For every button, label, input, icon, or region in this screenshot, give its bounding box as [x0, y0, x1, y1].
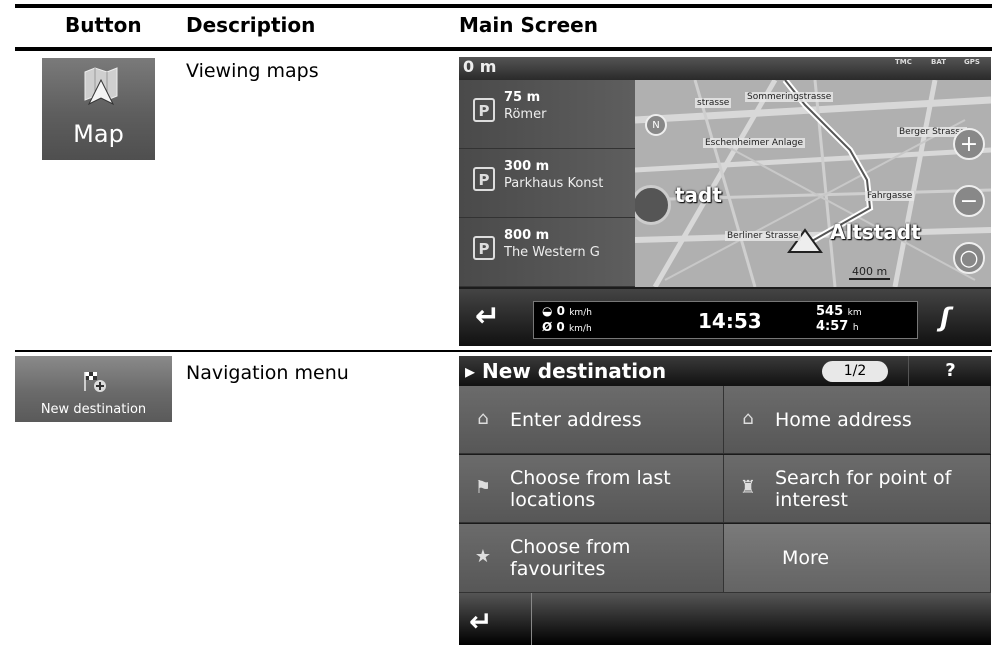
street-label: Fahrgasse	[865, 191, 915, 201]
parking-item[interactable]: P 300 m Parkhaus Konst	[459, 149, 635, 218]
map-view[interactable]: Sommeringstrasse strasse Eschenheimer An…	[635, 80, 991, 287]
document-table: Button Description Main Screen Map Viewi…	[15, 0, 992, 648]
map-top-bar: 0 m TMC BAT GPS	[459, 57, 991, 80]
parking-icon: P	[473, 236, 495, 260]
remaining-time: 4:57 h	[816, 319, 859, 334]
clock: 14:53	[698, 309, 762, 333]
header-button: Button	[65, 13, 142, 37]
parking-name: Römer	[504, 107, 547, 122]
description-navigation-menu: Navigation menu	[186, 362, 349, 384]
average-speed: Ø 0 km/h	[542, 320, 592, 334]
tmc-status: TMC	[895, 58, 912, 66]
remaining-distance: 545 km	[816, 304, 862, 319]
parking-icon: P	[473, 167, 495, 191]
speedometer-icon: ◒	[542, 304, 553, 318]
street-label: strasse	[695, 98, 732, 108]
route-menu-icon[interactable]: ʃ	[940, 303, 951, 333]
house-magnifier-icon: ⌂	[477, 408, 489, 429]
place-label: Altstadt	[830, 220, 921, 244]
map-scale: 400 m	[849, 265, 891, 280]
map-button[interactable]: Map	[42, 58, 155, 160]
table-top-rule	[15, 4, 992, 8]
page-indicator[interactable]: 1/2	[822, 361, 888, 382]
menu-title-bar: ▸ New destination 1/2 ?	[459, 356, 991, 386]
star-icon: ★	[474, 546, 492, 567]
menu-item-favourites[interactable]: ★ Choose from favourites	[459, 524, 724, 593]
castle-icon: ♜	[739, 477, 757, 498]
menu-item-point-of-interest[interactable]: ♜ Search for point of interest	[724, 455, 991, 523]
back-arrow-icon[interactable]: ↵	[469, 605, 492, 638]
menu-bottom-bar: ↵	[459, 593, 991, 645]
menu-item-last-locations[interactable]: ⚑ Choose from last locations	[459, 455, 724, 523]
row-divider	[15, 350, 992, 352]
back-arrow-icon[interactable]: ↵	[475, 299, 500, 334]
street-label: Berliner Strasse	[725, 231, 801, 241]
menu-title: ▸ New destination	[465, 359, 667, 383]
menu-item-enter-address[interactable]: ⌂ Enter address	[459, 386, 724, 454]
search-icon[interactable]: ○	[953, 242, 985, 274]
menu-item-more[interactable]: More	[724, 524, 991, 593]
street-label: Sommeringstrasse	[745, 92, 834, 102]
zoom-in-icon[interactable]: +	[953, 128, 985, 160]
new-destination-button-label: New destination	[40, 402, 147, 417]
help-button[interactable]: ?	[908, 356, 991, 386]
compass-icon[interactable]: N	[645, 114, 667, 136]
table-header-rule	[15, 47, 992, 51]
street-label: Eschenheimer Anlage	[703, 138, 806, 148]
parking-name: Parkhaus Konst	[504, 176, 604, 191]
home-icon: ⌂	[742, 408, 754, 429]
parking-distance: 300 m	[504, 159, 550, 174]
map-icon	[84, 67, 118, 106]
parking-icon: P	[473, 98, 495, 122]
menu-item-home-address[interactable]: ⌂ Home address	[724, 386, 991, 454]
current-speed: ◒ 0 km/h	[542, 304, 592, 318]
map-bottom-bar: ↵ ◒ 0 km/h Ø 0 km/h 14:53 545 km 4:57 h …	[459, 289, 991, 346]
header-main-screen: Main Screen	[459, 13, 598, 37]
parking-distance: 75 m	[504, 90, 541, 105]
parking-item[interactable]: P 75 m Römer	[459, 80, 635, 149]
new-destination-button[interactable]: New destination	[15, 356, 172, 422]
map-button-label: Map	[73, 120, 124, 148]
parking-list: P 75 m Römer P 300 m Parkhaus Konst P 80…	[459, 80, 635, 287]
recent-flag-icon: ⚑	[474, 477, 492, 498]
menu-grid: ⌂ Enter address ⌂ Home address ⚑ Choose …	[459, 386, 991, 593]
parking-distance: 800 m	[504, 228, 550, 243]
description-map: Viewing maps	[186, 60, 319, 82]
gps-status: GPS	[964, 58, 980, 66]
checkered-flag-plus-icon	[84, 372, 106, 392]
place-label: tadt	[675, 183, 722, 207]
bottom-divider	[531, 593, 532, 645]
trip-info-panel[interactable]: ◒ 0 km/h Ø 0 km/h 14:53 545 km 4:57 h	[533, 301, 918, 339]
map-screen: 0 m TMC BAT GPS P 75 m Römer P 300 m Par…	[459, 57, 991, 346]
distance-to-turn: 0 m	[463, 57, 497, 76]
parking-item[interactable]: P 800 m The Western G	[459, 218, 635, 287]
header-description: Description	[186, 13, 316, 37]
navigation-menu-screen: ▸ New destination 1/2 ? ⌂ Enter address …	[459, 356, 991, 645]
parking-name: The Western G	[504, 245, 600, 260]
zoom-out-icon[interactable]: −	[953, 185, 985, 217]
battery-status: BAT	[931, 58, 946, 66]
